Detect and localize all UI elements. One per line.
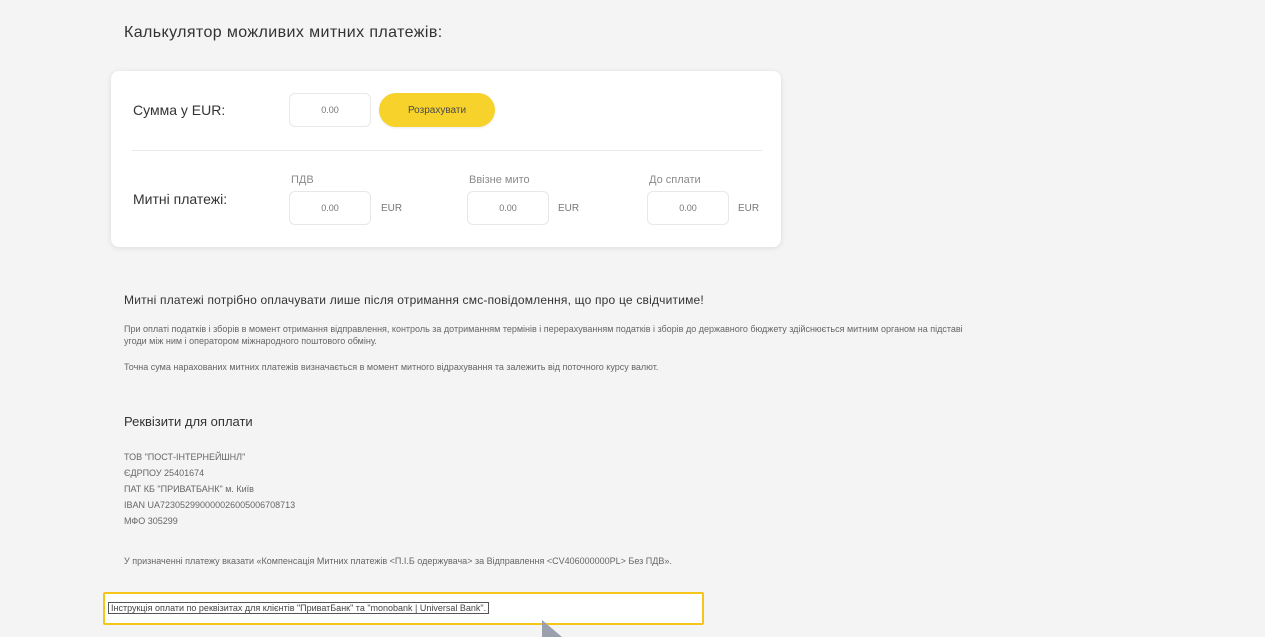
- info-paragraph-line2: угоди між ним і оператором міжнародного …: [124, 336, 377, 346]
- calculator-title: Калькулятор можливих митних платежів:: [124, 24, 443, 41]
- total-unit: EUR: [738, 203, 760, 214]
- calculate-button[interactable]: Розрахувати: [379, 93, 495, 127]
- amount-label: Сумма у EUR:: [133, 102, 226, 118]
- card-divider: [132, 150, 762, 151]
- requisite-company: ТОВ "ПОСТ-ІНТЕРНЕЙШНЛ": [124, 452, 246, 462]
- vat-field: [289, 191, 371, 225]
- duty-header: Ввізне мито: [469, 174, 530, 186]
- requisites-block: ТОВ "ПОСТ-ІНТЕРНЕЙШНЛ" ЄДРПОУ 25401674 П…: [124, 449, 295, 529]
- info-paragraph-2: Точна сума нарахованих митних платежів в…: [124, 362, 659, 372]
- total-header: До сплати: [649, 174, 701, 186]
- requisite-edrpou: ЄДРПОУ 25401674: [124, 468, 205, 478]
- requisite-bank: ПАТ КБ "ПРИВАТБАНК" м. Київ: [124, 484, 254, 494]
- vat-header: ПДВ: [291, 174, 314, 186]
- requisite-mfo: МФО 305299: [124, 516, 178, 526]
- duty-field: [467, 191, 549, 225]
- vat-unit: EUR: [381, 203, 403, 214]
- calculator-card: Сумма у EUR: Розрахувати Митні платежі: …: [111, 71, 781, 247]
- mouse-cursor-icon: [542, 620, 562, 637]
- payment-purpose-note: У призначенні платежу вказати «Компенсац…: [124, 556, 672, 566]
- payments-label: Митні платежі:: [133, 191, 228, 207]
- info-paragraph-line1: При оплаті податків і зборів в момент от…: [124, 324, 963, 334]
- amount-input[interactable]: [289, 93, 371, 127]
- total-field: [647, 191, 729, 225]
- requisite-iban: IBAN UA723052990000026005006708713: [124, 500, 296, 510]
- instruction-link[interactable]: Інструкція оплати по реквізитах для кліє…: [108, 602, 490, 614]
- payment-warning: Митні платежі потрібно оплачувати лише п…: [124, 293, 704, 307]
- requisites-title: Реквізити для оплати: [124, 414, 253, 429]
- duty-unit: EUR: [558, 203, 580, 214]
